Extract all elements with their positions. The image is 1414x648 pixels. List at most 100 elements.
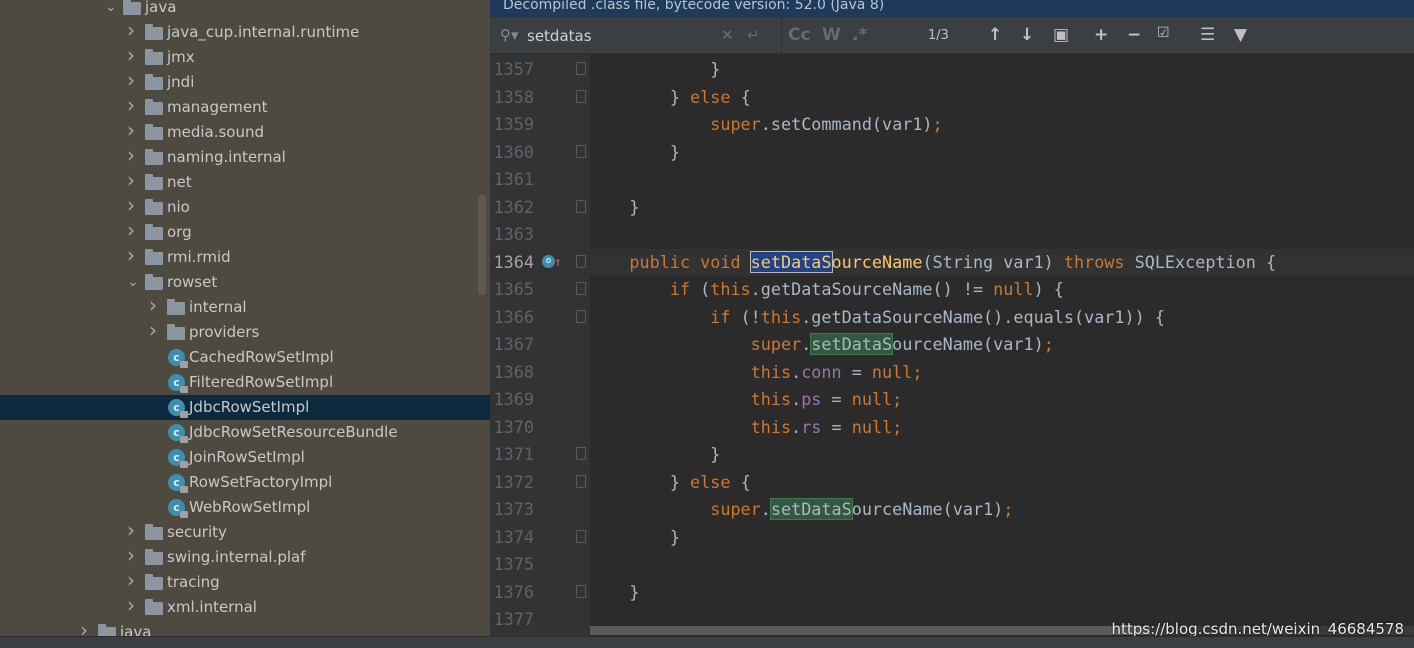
tree-item-webrowsetimpl[interactable]: c WebRowSetImpl [0, 495, 490, 520]
code-token: } [629, 581, 640, 602]
search-icon[interactable]: ⚲▾ [500, 26, 519, 44]
code-text: super.setDataSourceName(var1); [589, 496, 1013, 523]
tree-item-security[interactable]: › security [0, 518, 490, 545]
tree-item-java[interactable]: ⌄ java [0, 0, 490, 20]
add-occurrence-icon[interactable]: + [1094, 25, 1108, 45]
code-token: ; [932, 114, 943, 134]
tree-item-net[interactable]: › net [0, 168, 490, 195]
tree-item-rmi-rmid[interactable]: › rmi.rmid [0, 243, 490, 270]
tree-item-media-sound[interactable]: › media.sound [0, 118, 490, 145]
code-token: public void [629, 251, 751, 272]
tree-item-jmx[interactable]: › jmx [0, 43, 490, 70]
tree-item-jdbcrowsetresourcebundle[interactable]: c JdbcRowSetResourceBundle [0, 420, 490, 445]
chevron-right-icon[interactable]: › [127, 593, 135, 618]
tree-item-naming-internal[interactable]: › naming.internal [0, 143, 490, 170]
tree-item-jdbcrowsetimpl[interactable]: c JdbcRowSetImpl [0, 395, 490, 420]
code-token: = [821, 416, 852, 437]
code-token: if [710, 306, 741, 327]
editor-gutter [490, 55, 590, 636]
code-text: if (this.getDataSourceName() != null) { [589, 276, 1064, 303]
code-text: if (!this.getDataSourceName().equals(var… [589, 304, 1165, 331]
code-line: 1375 [490, 551, 1414, 578]
select-all-occurrences-icon[interactable]: ▣ [1053, 25, 1069, 45]
code-text: } [589, 56, 720, 83]
multiline-icon[interactable]: ↵ [747, 26, 760, 44]
tree-item-xml-internal[interactable]: › xml.internal [0, 593, 490, 620]
tree-scrollbar[interactable] [478, 195, 486, 295]
code-text: super.setCommand(var1); [589, 111, 943, 138]
regex-button[interactable]: .* [852, 25, 867, 45]
clear-icon[interactable]: ✕ [721, 26, 734, 44]
chevron-right-icon[interactable]: › [127, 68, 135, 93]
folder-icon [145, 274, 163, 290]
tree-item-cachedrowsetimpl[interactable]: c CachedRowSetImpl [0, 345, 490, 370]
tree-item-tracing[interactable]: › tracing [0, 568, 490, 595]
folder-icon [145, 549, 163, 565]
chevron-right-icon[interactable]: › [127, 543, 135, 568]
next-occurrence-icon[interactable]: ↓ [1020, 25, 1034, 45]
tree-item-swing-internal-plaf[interactable]: › swing.internal.plaf [0, 543, 490, 570]
code-token: .getDataSourceName() != [750, 279, 994, 299]
chevron-right-icon[interactable]: › [149, 293, 157, 318]
code-token: . [760, 499, 771, 519]
code-token: null; [871, 361, 923, 382]
chevron-right-icon[interactable]: › [127, 518, 135, 543]
code-text: super.setDataSourceName(var1); [589, 331, 1054, 358]
match-case-button[interactable]: Cc [788, 25, 811, 45]
tree-item-jndi[interactable]: › jndi [0, 68, 490, 95]
code-line: 1359 super.setCommand(var1); [490, 111, 1414, 138]
tree-item-filteredrowsetimpl[interactable]: c FilteredRowSetImpl [0, 370, 490, 395]
tree-item-java-cup-internal-runtime[interactable]: › java_cup.internal.runtime [0, 18, 490, 45]
tree-item-rowsetfactoryimpl[interactable]: c RowSetFactoryImpl [0, 470, 490, 495]
chevron-right-icon[interactable]: › [127, 218, 135, 243]
chevron-right-icon[interactable]: › [127, 168, 135, 193]
toggle-selection-icon[interactable]: ☑ [1157, 25, 1170, 41]
tree-item-joinrowsetimpl[interactable]: c JoinRowSetImpl [0, 445, 490, 470]
code-token: ; [1003, 499, 1014, 519]
tree-item-rowset[interactable]: ⌄ rowset [0, 270, 490, 295]
folder-icon [123, 0, 141, 15]
code-text: } [589, 579, 640, 606]
chevron-right-icon[interactable]: › [127, 118, 135, 143]
chevron-right-icon[interactable]: › [149, 318, 157, 343]
code-text: public void setDataSourceName(String var… [589, 249, 1276, 276]
filter-icon[interactable]: ▼ [1234, 25, 1247, 45]
tree-item-java[interactable]: › java [0, 618, 490, 636]
scrollbar-thumb[interactable] [590, 626, 1150, 635]
tree-item-management[interactable]: › management [0, 93, 490, 120]
code-token: . [801, 334, 812, 354]
chevron-right-icon[interactable]: › [127, 43, 135, 68]
chevron-right-icon[interactable]: › [127, 143, 135, 168]
tree-item-nio[interactable]: › nio [0, 193, 490, 220]
previous-occurrence-icon[interactable]: ↑ [988, 25, 1002, 45]
tree-item-label: internal [189, 298, 247, 316]
code-token: . [791, 361, 802, 382]
chevron-right-icon[interactable]: › [80, 618, 88, 636]
tree-item-label: FilteredRowSetImpl [189, 373, 334, 391]
project-tree[interactable]: ⌄ java › java_cup.internal.runtime › jmx › jndi… [0, 0, 490, 636]
chevron-down-icon[interactable]: ⌄ [105, 0, 117, 20]
tree-item-label: jmx [167, 48, 195, 66]
search-input[interactable] [527, 25, 697, 47]
code-line: 1358 } else { [490, 84, 1414, 111]
chevron-right-icon[interactable]: › [127, 243, 135, 268]
code-line: 1368 this.conn = null; [490, 359, 1414, 386]
folder-icon [145, 124, 163, 140]
chevron-right-icon[interactable]: › [127, 93, 135, 118]
chevron-right-icon[interactable]: › [127, 568, 135, 593]
code-token: ; [1043, 334, 1054, 354]
filter-settings-icon[interactable]: ☰ [1200, 25, 1215, 45]
code-text: } [589, 441, 720, 468]
folder-icon [145, 524, 163, 540]
chevron-right-icon[interactable]: › [127, 193, 135, 218]
code-token: } [669, 526, 680, 547]
search-match: setDataS [749, 250, 833, 273]
chevron-right-icon[interactable]: › [127, 18, 135, 43]
tree-item-providers[interactable]: › providers [0, 318, 490, 345]
code-line: 1361 [490, 166, 1414, 193]
remove-occurrence-icon[interactable]: − [1127, 25, 1141, 45]
words-button[interactable]: W [822, 25, 841, 45]
chevron-down-icon[interactable]: ⌄ [127, 270, 139, 295]
tree-item-org[interactable]: › org [0, 218, 490, 245]
tree-item-internal[interactable]: › internal [0, 293, 490, 320]
